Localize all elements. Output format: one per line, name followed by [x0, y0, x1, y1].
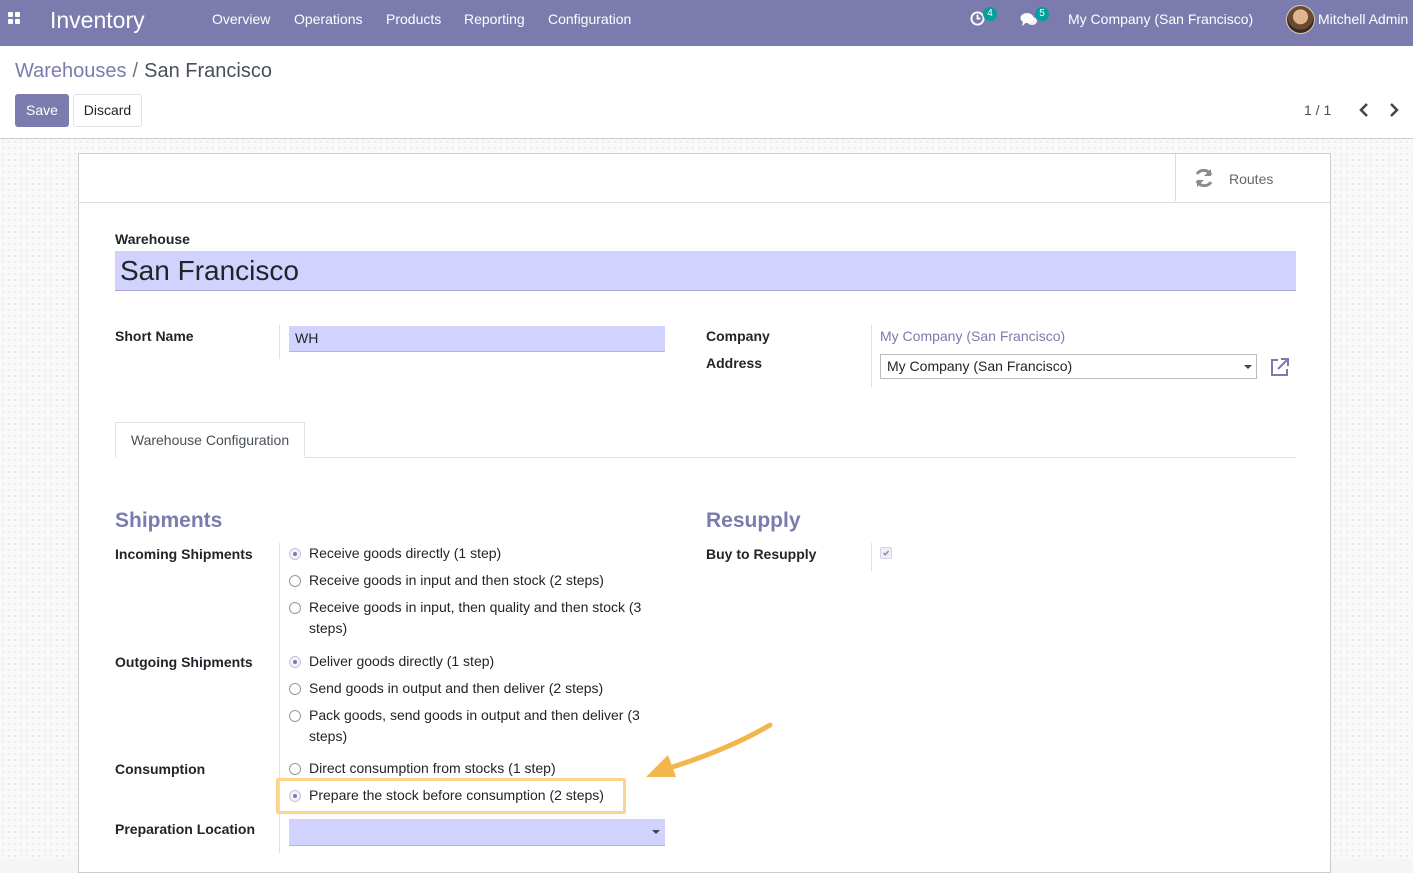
radio-label-continued: steps) — [309, 728, 348, 744]
field-separator — [279, 325, 280, 359]
activity-count-badge: 4 — [983, 7, 997, 21]
routes-label: Routes — [1229, 171, 1274, 187]
resupply-group-title: Resupply — [706, 509, 801, 532]
checkmark-icon — [883, 550, 889, 556]
external-link-icon[interactable] — [1269, 356, 1291, 378]
address-label: Address — [706, 355, 763, 371]
highlight-annotation-box — [276, 778, 626, 814]
pager-previous-button[interactable] — [1355, 99, 1373, 121]
routes-button[interactable]: Routes — [1175, 154, 1331, 201]
preparation-location-label: Preparation Location — [115, 821, 256, 837]
warehouse-label: Warehouse — [115, 231, 190, 247]
preparation-location-select[interactable] — [289, 819, 665, 846]
outgoing-shipments-label: Outgoing Shipments — [115, 654, 253, 670]
radio-label-continued: steps) — [309, 620, 348, 636]
company-link[interactable]: My Company (San Francisco) — [880, 328, 1065, 344]
radio-button[interactable] — [289, 710, 301, 722]
caret-down-icon — [652, 830, 660, 834]
radio-label: Pack goods, send goods in output and the… — [309, 707, 640, 723]
radio-button[interactable] — [289, 575, 301, 587]
radio-label: Receive goods in input and then stock (2… — [309, 572, 604, 588]
radio-label: Direct consumption from stocks (1 step) — [309, 760, 556, 776]
address-select-value: My Company (San Francisco) — [887, 358, 1073, 374]
radio-label: Receive goods directly (1 step) — [309, 545, 502, 561]
radio-label: Receive goods in input, then quality and… — [309, 599, 642, 615]
apps-menu-icon[interactable] — [8, 12, 22, 26]
menu-reporting[interactable]: Reporting — [464, 11, 525, 27]
short-name-input[interactable]: WH — [289, 326, 665, 352]
control-panel: Warehouses / San Francisco Save Discard 1 … — [0, 46, 1413, 139]
radio-button[interactable] — [289, 683, 301, 695]
menu-overview[interactable]: Overview — [212, 11, 270, 27]
breadcrumb: Warehouses / San Francisco — [15, 59, 272, 83]
radio-button[interactable] — [289, 548, 301, 560]
breadcrumb-separator: / — [132, 60, 139, 82]
message-count-badge: 5 — [1035, 7, 1049, 21]
shipments-group-title: Shipments — [115, 509, 223, 532]
menu-products[interactable]: Products — [386, 11, 441, 27]
incoming-shipments-label: Incoming Shipments — [115, 546, 253, 562]
radio-button[interactable] — [289, 763, 301, 775]
company-switcher[interactable]: My Company (San Francisco) — [1068, 11, 1253, 27]
chevron-left-icon — [1359, 103, 1368, 117]
address-select[interactable]: My Company (San Francisco) — [880, 354, 1257, 379]
messages-button[interactable]: 5 — [1020, 7, 1054, 30]
user-menu[interactable]: Mitchell Admin — [1318, 11, 1408, 27]
caret-down-icon — [1244, 365, 1252, 369]
warehouse-name-input[interactable]: San Francisco — [115, 251, 1296, 291]
breadcrumb-current: San Francisco — [144, 60, 272, 82]
activity-button[interactable]: 4 — [970, 7, 1000, 30]
radio-label: Deliver goods directly (1 step) — [309, 653, 495, 669]
company-label: Company — [706, 328, 770, 344]
button-box: Routes — [79, 154, 1330, 203]
radio-button[interactable] — [289, 656, 301, 668]
breadcrumb-warehouses[interactable]: Warehouses — [15, 60, 127, 82]
field-separator — [871, 543, 872, 571]
buy-to-resupply-checkbox[interactable] — [880, 547, 892, 559]
radio-button[interactable] — [289, 602, 301, 614]
pager-value[interactable]: 1 / 1 — [1304, 102, 1331, 118]
pager-next-button[interactable] — [1385, 99, 1403, 121]
refresh-icon — [1195, 168, 1213, 188]
discard-button[interactable]: Discard — [73, 94, 142, 127]
chevron-right-icon — [1390, 103, 1399, 117]
radio-label: Send goods in output and then deliver (2… — [309, 680, 604, 696]
short-name-label: Short Name — [115, 328, 194, 344]
top-navbar: Inventory Overview Operations Products R… — [0, 0, 1413, 46]
save-button[interactable]: Save — [15, 94, 69, 127]
user-avatar[interactable] — [1286, 5, 1315, 34]
buy-to-resupply-label: Buy to Resupply — [706, 546, 817, 562]
field-separator — [871, 325, 872, 387]
menu-configuration[interactable]: Configuration — [548, 11, 631, 27]
tab-warehouse-configuration[interactable]: Warehouse Configuration — [115, 422, 305, 458]
menu-operations[interactable]: Operations — [294, 11, 362, 27]
annotation-arrow-icon — [646, 722, 773, 777]
app-title[interactable]: Inventory — [50, 6, 145, 34]
consumption-label: Consumption — [115, 761, 206, 777]
